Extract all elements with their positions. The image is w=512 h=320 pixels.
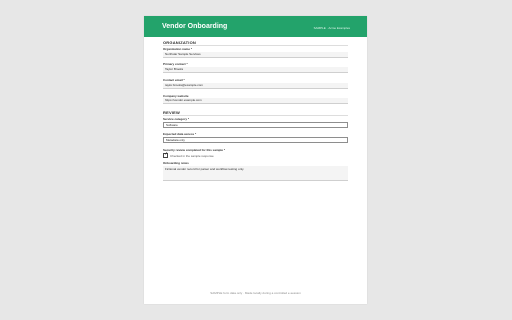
form-title: Vendor Onboarding: [162, 23, 228, 30]
review-divider: [163, 115, 348, 116]
primary-contact-field[interactable]: Taylor Brooks: [163, 67, 348, 73]
checkmark-icon: ✓: [164, 151, 169, 157]
sample-tagline: SAMPLE · Acme Examples: [313, 26, 350, 30]
data-access-label: Expected data access *: [163, 132, 197, 136]
contact-email-label: Contact email *: [163, 78, 185, 82]
form-header: Vendor Onboarding SAMPLE · Acme Examples: [144, 16, 367, 37]
footer-note: SAMPLE form data only · Made locally dur…: [210, 291, 301, 295]
organization-name-field[interactable]: Northstar Sample Services: [163, 52, 348, 58]
onboarding-notes-textarea[interactable]: Fictional vendor record for parser and w…: [163, 166, 348, 181]
organization-divider: [163, 45, 348, 46]
security-review-checkbox-label: Checked in the sample response: [170, 154, 214, 158]
company-website-field[interactable]: https://vendor.example.com: [163, 98, 348, 104]
service-category-select[interactable]: Software: [163, 122, 348, 128]
contact-email-field[interactable]: taylor.brooks@example.com: [163, 83, 348, 89]
data-access-select[interactable]: Metadata only: [163, 137, 348, 143]
onboarding-form-page: Vendor Onboarding SAMPLE · Acme Examples…: [144, 16, 367, 304]
security-review-checkbox[interactable]: ✓: [163, 151, 169, 158]
security-review-label: Security review completed for this sampl…: [163, 148, 226, 152]
organization-name-label: Organization name *: [163, 47, 193, 51]
onboarding-notes-label: Onboarding notes: [163, 161, 189, 165]
primary-contact-label: Primary contact *: [163, 62, 188, 66]
service-category-label: Service category *: [163, 117, 190, 121]
